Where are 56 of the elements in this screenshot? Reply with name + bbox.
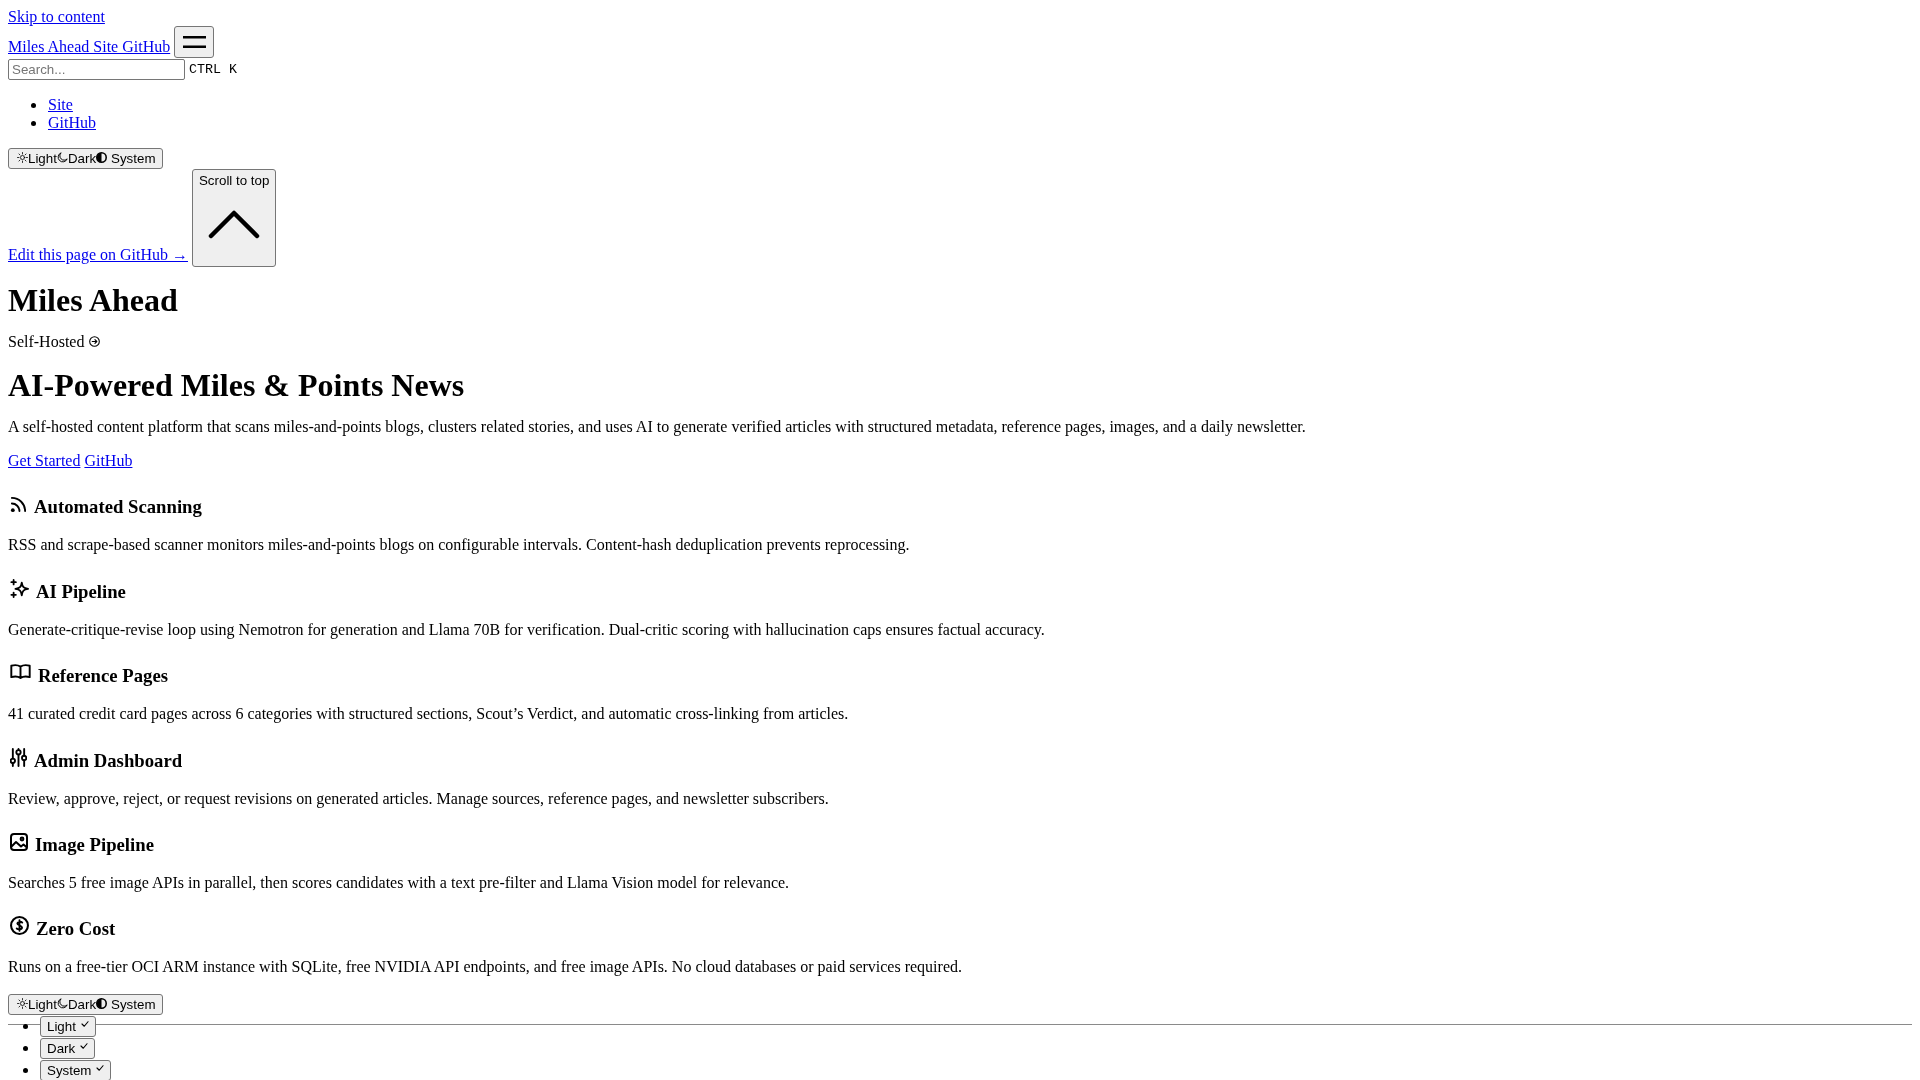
feature-title: Admin Dashboard: [34, 749, 183, 772]
bullet-icon: [30, 102, 36, 108]
feature-title: Zero Cost: [36, 918, 116, 941]
sun-icon: [17, 997, 28, 1009]
search-field[interactable]: Search...: [8, 59, 185, 80]
feature-description: RSS and scrape-based scanner monitors miles-and-points blogs on configurable intervals. Content-hash deduplication prevents reprocessing.: [8, 536, 911, 555]
theme-select[interactable]: Light Dark System: [8, 148, 164, 169]
dollar-icon: [10, 916, 29, 936]
feature-title: Automated Scanning: [34, 496, 202, 519]
sliders-icon: [10, 747, 27, 767]
skip-link[interactable]: Skip to content: [8, 8, 105, 25]
menu-button[interactable]: [174, 26, 215, 58]
shortcut-key: K: [229, 62, 237, 77]
shortcut-key: CTRL: [189, 62, 221, 77]
nav-link[interactable]: Site: [48, 96, 73, 114]
edit-link[interactable]: Edit this page on GitHub →: [8, 246, 188, 264]
image-icon: [10, 832, 28, 851]
bullet-icon: [23, 1023, 28, 1029]
bullet-icon: [23, 1067, 28, 1073]
rss-icon: [10, 496, 27, 514]
site-title-link[interactable]: Miles Ahead Site GitHub: [8, 38, 171, 56]
theme-option[interactable]: Dark: [40, 1037, 96, 1059]
moon-icon: [56, 997, 68, 1009]
feature-title: Reference Pages: [38, 665, 168, 688]
nav-link[interactable]: GitHub: [48, 114, 96, 132]
action-link[interactable]: Get Started: [8, 452, 81, 470]
page-title: Miles Ahead: [8, 282, 179, 319]
bullet-icon: [30, 120, 36, 126]
feature-description: Generate-critique-revise loop using Nemotron for generation and Llama 70B for verification. Dual-critic scoring with hallucination caps ensures factual accuracy.: [8, 620, 1046, 639]
feature-description: Searches 5 free image APIs in parallel, then scores candidates with a text pre-filter and Llama Vision model for relevance.: [8, 873, 791, 892]
menu-icon: [182, 36, 206, 48]
check-icon: [80, 1021, 89, 1028]
half-circle-icon: [96, 151, 108, 163]
circle-arrow-icon: [89, 335, 101, 347]
feature-description: 41 curated credit card pages across 6 categories with structured sections, Scout’s Verdict, and automatic cross-linking from articles.: [8, 705, 850, 724]
moon-icon: [56, 151, 68, 163]
check-icon: [80, 1043, 89, 1050]
half-circle-icon: [96, 997, 108, 1009]
feature-title: AI Pipeline: [36, 580, 126, 603]
theme-option[interactable]: System: [40, 1059, 112, 1080]
sun-icon: [17, 151, 28, 163]
hero-heading: AI-Powered Miles & Points News: [8, 367, 466, 404]
check-icon: [96, 1065, 105, 1072]
bullet-icon: [23, 1045, 28, 1051]
feature-description: Runs on a free-tier OCI ARM instance with SQLite, free NVIDIA API endpoints, and free image APIs. No cloud databases or paid services required.: [8, 958, 963, 977]
book-icon: [10, 663, 31, 680]
chevron-up-icon: [208, 210, 261, 239]
sparkle-icon: [10, 578, 29, 598]
tagline: Self-Hosted: [8, 333, 85, 351]
hero-description: A self-hosted content platform that scans miles-and-points blogs, clusters related stories, and uses AI to generate verified articles with structured metadata, reference pages, images, and a daily newsletter.: [8, 418, 1307, 436]
action-link[interactable]: GitHub: [84, 452, 133, 470]
scroll-to-top-button[interactable]: Scroll to top: [192, 169, 277, 267]
feature-title: Image Pipeline: [35, 833, 154, 856]
feature-description: Review, approve, reject, or request revisions on generated articles. Manage sources, reference pages, and newsletter subscribers.: [8, 789, 830, 808]
theme-select[interactable]: Light Dark System: [8, 994, 164, 1016]
theme-option[interactable]: Light: [40, 1015, 96, 1037]
